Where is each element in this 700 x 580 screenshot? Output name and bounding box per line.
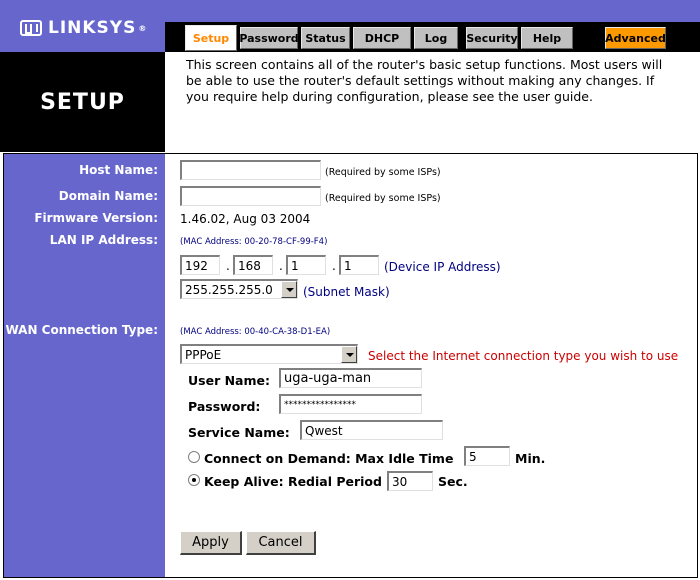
lan-ip-octet-3[interactable]: 1 <box>286 255 326 275</box>
wan-connection-type-select[interactable]: PPPoE <box>180 344 358 364</box>
linksys-logo: LINKSYS ® <box>20 18 147 38</box>
tab-password[interactable]: Password <box>239 27 299 49</box>
chevron-down-icon <box>281 281 297 298</box>
subnet-mask-note: (Subnet Mask) <box>303 285 390 299</box>
connect-on-demand-label: Connect on Demand: Max Idle Time <box>204 451 454 466</box>
device-ip-note: (Device IP Address) <box>384 260 501 274</box>
setup-description: This screen contains all of the router's… <box>186 57 663 104</box>
ip-separator: . <box>226 259 230 273</box>
chevron-down-icon <box>341 346 357 363</box>
apply-button[interactable]: Apply <box>180 531 242 555</box>
tab-log[interactable]: Log <box>414 27 458 49</box>
tab-dhcp[interactable]: DHCP <box>353 27 411 49</box>
tab-security[interactable]: Security <box>466 27 518 49</box>
firmware-version-value: 1.46.02, Aug 03 2004 <box>180 212 311 226</box>
redial-period-input[interactable]: 30 <box>387 471 433 491</box>
user-name-input[interactable]: uga-uga-man <box>279 368 422 388</box>
password-label: Password: <box>188 399 261 414</box>
lan-mac-address: (MAC Address: 00-20-78-CF-99-F4) <box>180 237 328 247</box>
host-name-input[interactable] <box>180 160 321 180</box>
tab-advanced[interactable]: Advanced <box>605 27 666 49</box>
subnet-mask-select[interactable]: 255.255.255.0 <box>180 279 298 299</box>
cancel-button[interactable]: Cancel <box>246 531 316 555</box>
ip-separator: . <box>279 259 283 273</box>
ip-separator: . <box>332 259 336 273</box>
subnet-mask-value: 255.255.255.0 <box>185 283 273 297</box>
logo-registered-mark: ® <box>138 23 148 33</box>
domain-name-input[interactable] <box>180 186 321 206</box>
user-name-label: User Name: <box>188 373 270 388</box>
tab-status[interactable]: Status <box>301 27 350 49</box>
lan-ip-octet-4[interactable]: 1 <box>339 255 379 275</box>
section-title: SETUP <box>0 52 165 152</box>
logo-text: LINKSYS <box>48 18 137 38</box>
host-name-label: Host Name: <box>79 163 158 177</box>
lan-ip-label: LAN IP Address: <box>49 233 158 247</box>
wan-connection-type-label: WAN Connection Type: <box>5 323 158 337</box>
domain-name-label: Domain Name: <box>58 189 158 203</box>
redial-period-unit: Sec. <box>438 474 468 489</box>
keep-alive-radio[interactable] <box>188 474 200 486</box>
domain-name-note: (Required by some ISPs) <box>325 193 441 204</box>
tab-setup[interactable]: Setup <box>185 25 237 51</box>
tab-bar: Setup Password Status DHCP Log Security … <box>165 22 700 52</box>
max-idle-time-input[interactable]: 5 <box>464 446 510 466</box>
linksys-logo-icon <box>20 20 42 36</box>
max-idle-time-unit: Min. <box>515 451 546 466</box>
password-input[interactable]: **************** <box>279 394 422 414</box>
service-name-input[interactable]: Qwest <box>300 420 443 440</box>
lan-ip-octet-1[interactable]: 192 <box>180 255 220 275</box>
wan-connection-type-value: PPPoE <box>185 348 222 362</box>
wan-mac-address: (MAC Address: 00-40-CA-38-D1-EA) <box>180 327 331 337</box>
service-name-label: Service Name: <box>188 425 290 440</box>
lan-ip-octet-2[interactable]: 168 <box>233 255 273 275</box>
keep-alive-label: Keep Alive: Redial Period <box>204 474 382 489</box>
tab-help[interactable]: Help <box>521 27 573 49</box>
wan-type-hint: Select the Internet connection type you … <box>368 349 679 363</box>
connect-on-demand-radio[interactable] <box>188 451 200 463</box>
host-name-note: (Required by some ISPs) <box>325 167 441 178</box>
firmware-version-label: Firmware Version: <box>34 211 158 225</box>
